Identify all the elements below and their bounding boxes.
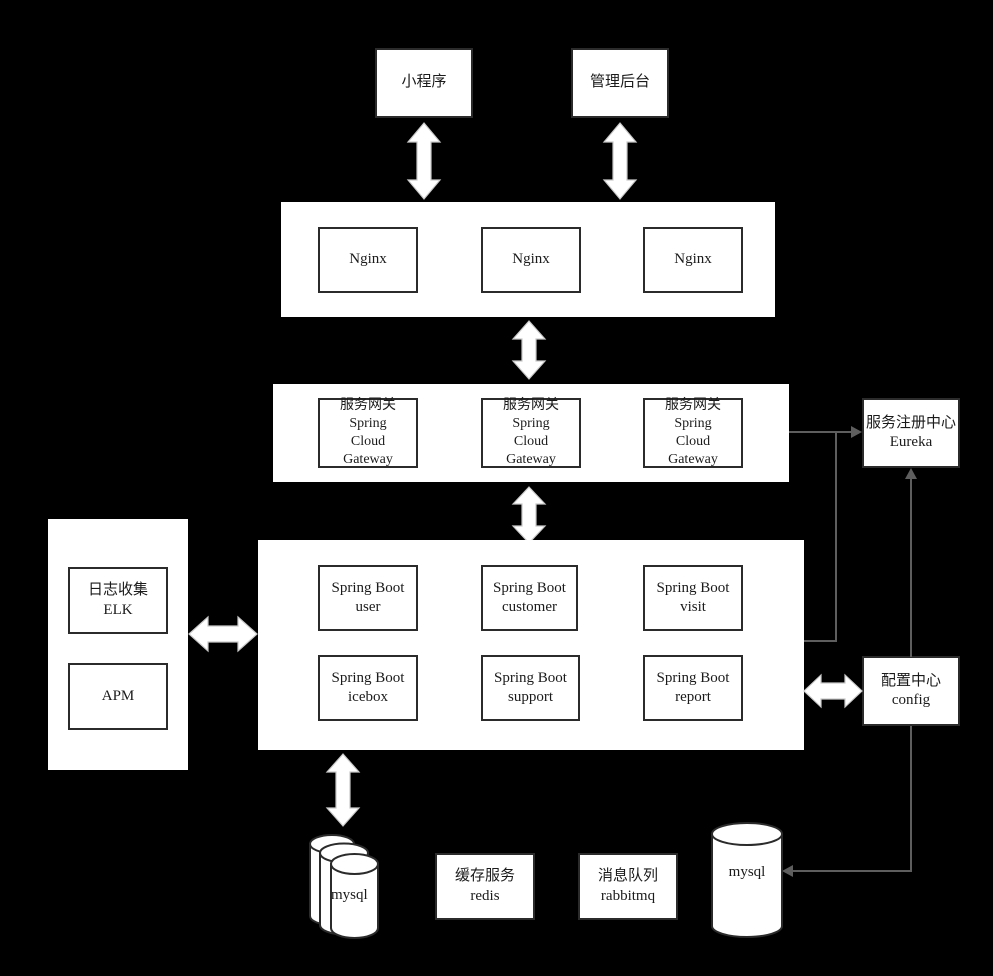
- infra-label-config-line2: config: [891, 692, 931, 708]
- datastore-node-redis[interactable]: 缓存服务 redis: [435, 853, 535, 920]
- observability-node-apm[interactable]: APM: [68, 663, 168, 730]
- arrow-service-mysql: [325, 753, 361, 827]
- arrow-miniprogram-nginx: [406, 122, 442, 200]
- connector-service-eureka-segment-h: [804, 640, 837, 642]
- datastore-label-rabbitmq-line1: 消息队列: [597, 868, 658, 885]
- nginx-label-2: Nginx: [512, 251, 550, 268]
- observability-node-elk[interactable]: 日志收集 ELK: [68, 567, 168, 634]
- service-label-user-line2: user: [355, 599, 381, 615]
- service-label-report-line2: report: [675, 689, 711, 705]
- service-label-support-line2: support: [508, 689, 553, 705]
- service-node-customer[interactable]: Spring Boot customer: [481, 565, 578, 631]
- gateway-label-1-line4: Gateway: [343, 451, 393, 467]
- service-label-visit-line2: visit: [680, 599, 706, 615]
- connector-config-mysql-segment-v: [910, 726, 912, 872]
- gateway-label-3-line4: Gateway: [668, 451, 718, 467]
- connector-config-eureka: [910, 479, 912, 657]
- observability-label-elk-line1: 日志收集: [87, 582, 148, 599]
- gateway-label-1-line1: 服务网关: [340, 398, 396, 414]
- gateway-node-3[interactable]: 服务网关 Spring Cloud Gateway: [643, 398, 743, 468]
- connector-config-eureka-arrowhead: [905, 468, 917, 479]
- service-node-visit[interactable]: Spring Boot visit: [643, 565, 743, 631]
- observability-label-apm: APM: [101, 687, 135, 704]
- client-label-miniprogram: 小程序: [401, 74, 447, 91]
- service-label-report-line1: Spring Boot: [656, 669, 730, 686]
- connector-config-mysql-segment-h: [793, 870, 912, 872]
- datastore-label-redis-line2: redis: [470, 887, 500, 904]
- architecture-diagram-canvas: 小程序 管理后台 Nginx Nginx Nginx 服务网关 Spring C…: [0, 0, 993, 976]
- gateway-label-3-line2: Spring: [674, 416, 712, 432]
- datastore-label-rabbitmq-line2: rabbitmq: [600, 887, 656, 904]
- service-node-icebox[interactable]: Spring Boot icebox: [318, 655, 418, 721]
- connector-gateway-eureka: [789, 431, 851, 433]
- nginx-label-1: Nginx: [349, 251, 387, 268]
- datastore-label-mysql-cluster: mysql: [331, 887, 368, 903]
- observability-label-elk-line2: ELK: [103, 601, 133, 618]
- datastore-node-rabbitmq[interactable]: 消息队列 rabbitmq: [578, 853, 678, 920]
- nginx-label-3: Nginx: [674, 251, 712, 268]
- datastore-label-redis-line1: 缓存服务: [454, 868, 515, 885]
- infra-node-eureka[interactable]: 服务注册中心 Eureka: [862, 398, 960, 468]
- gateway-label-1-line3: Cloud: [350, 434, 386, 449]
- arrow-nginx-gateway: [511, 320, 547, 380]
- datastore-label-mysql-config: mysql: [728, 864, 766, 880]
- service-node-support[interactable]: Spring Boot support: [481, 655, 580, 721]
- gateway-label-2-line4: Gateway: [506, 451, 556, 467]
- service-label-user-line1: Spring Boot: [331, 579, 405, 596]
- client-node-admin[interactable]: 管理后台: [571, 48, 669, 118]
- service-label-customer-line1: Spring Boot: [493, 579, 566, 596]
- arrow-service-config: [803, 672, 863, 710]
- nginx-node-2[interactable]: Nginx: [481, 227, 581, 293]
- infra-label-config-line1: 配置中心: [880, 672, 941, 689]
- gateway-node-1[interactable]: 服务网关 Spring Cloud Gateway: [318, 398, 418, 468]
- gateway-label-3-line1: 服务网关: [665, 398, 721, 414]
- gateway-label-1-line2: Spring: [349, 416, 387, 432]
- service-label-support-line1: Spring Boot: [494, 669, 567, 686]
- arrow-admin-nginx: [602, 122, 638, 200]
- datastore-mysql-cluster[interactable]: mysql: [306, 824, 406, 942]
- service-node-report[interactable]: Spring Boot report: [643, 655, 743, 721]
- client-node-miniprogram[interactable]: 小程序: [375, 48, 473, 118]
- gateway-label-2-line1: 服务网关: [503, 398, 559, 414]
- gateway-node-2[interactable]: 服务网关 Spring Cloud Gateway: [481, 398, 581, 468]
- service-node-user[interactable]: Spring Boot user: [318, 565, 418, 631]
- infra-node-config[interactable]: 配置中心 config: [862, 656, 960, 726]
- connector-service-eureka-segment-v: [835, 431, 837, 642]
- arrow-gateway-service: [511, 486, 547, 544]
- gateway-label-2-line2: Spring: [512, 416, 550, 432]
- client-label-admin: 管理后台: [589, 74, 650, 91]
- service-label-visit-line1: Spring Boot: [656, 579, 730, 596]
- arrow-observability-service: [188, 614, 258, 654]
- gateway-label-2-line3: Cloud: [513, 434, 549, 449]
- nginx-node-3[interactable]: Nginx: [643, 227, 743, 293]
- infra-label-eureka-line2: Eureka: [889, 434, 933, 450]
- service-label-icebox-line1: Spring Boot: [331, 669, 405, 686]
- connector-gateway-eureka-arrowhead: [851, 426, 862, 438]
- gateway-label-3-line3: Cloud: [675, 434, 711, 449]
- service-label-icebox-line2: icebox: [348, 689, 388, 705]
- observability-container: [48, 519, 188, 770]
- nginx-node-1[interactable]: Nginx: [318, 227, 418, 293]
- service-label-customer-line2: customer: [502, 599, 557, 615]
- infra-label-eureka-line1: 服务注册中心: [866, 414, 957, 431]
- datastore-mysql-config[interactable]: mysql: [709, 820, 785, 942]
